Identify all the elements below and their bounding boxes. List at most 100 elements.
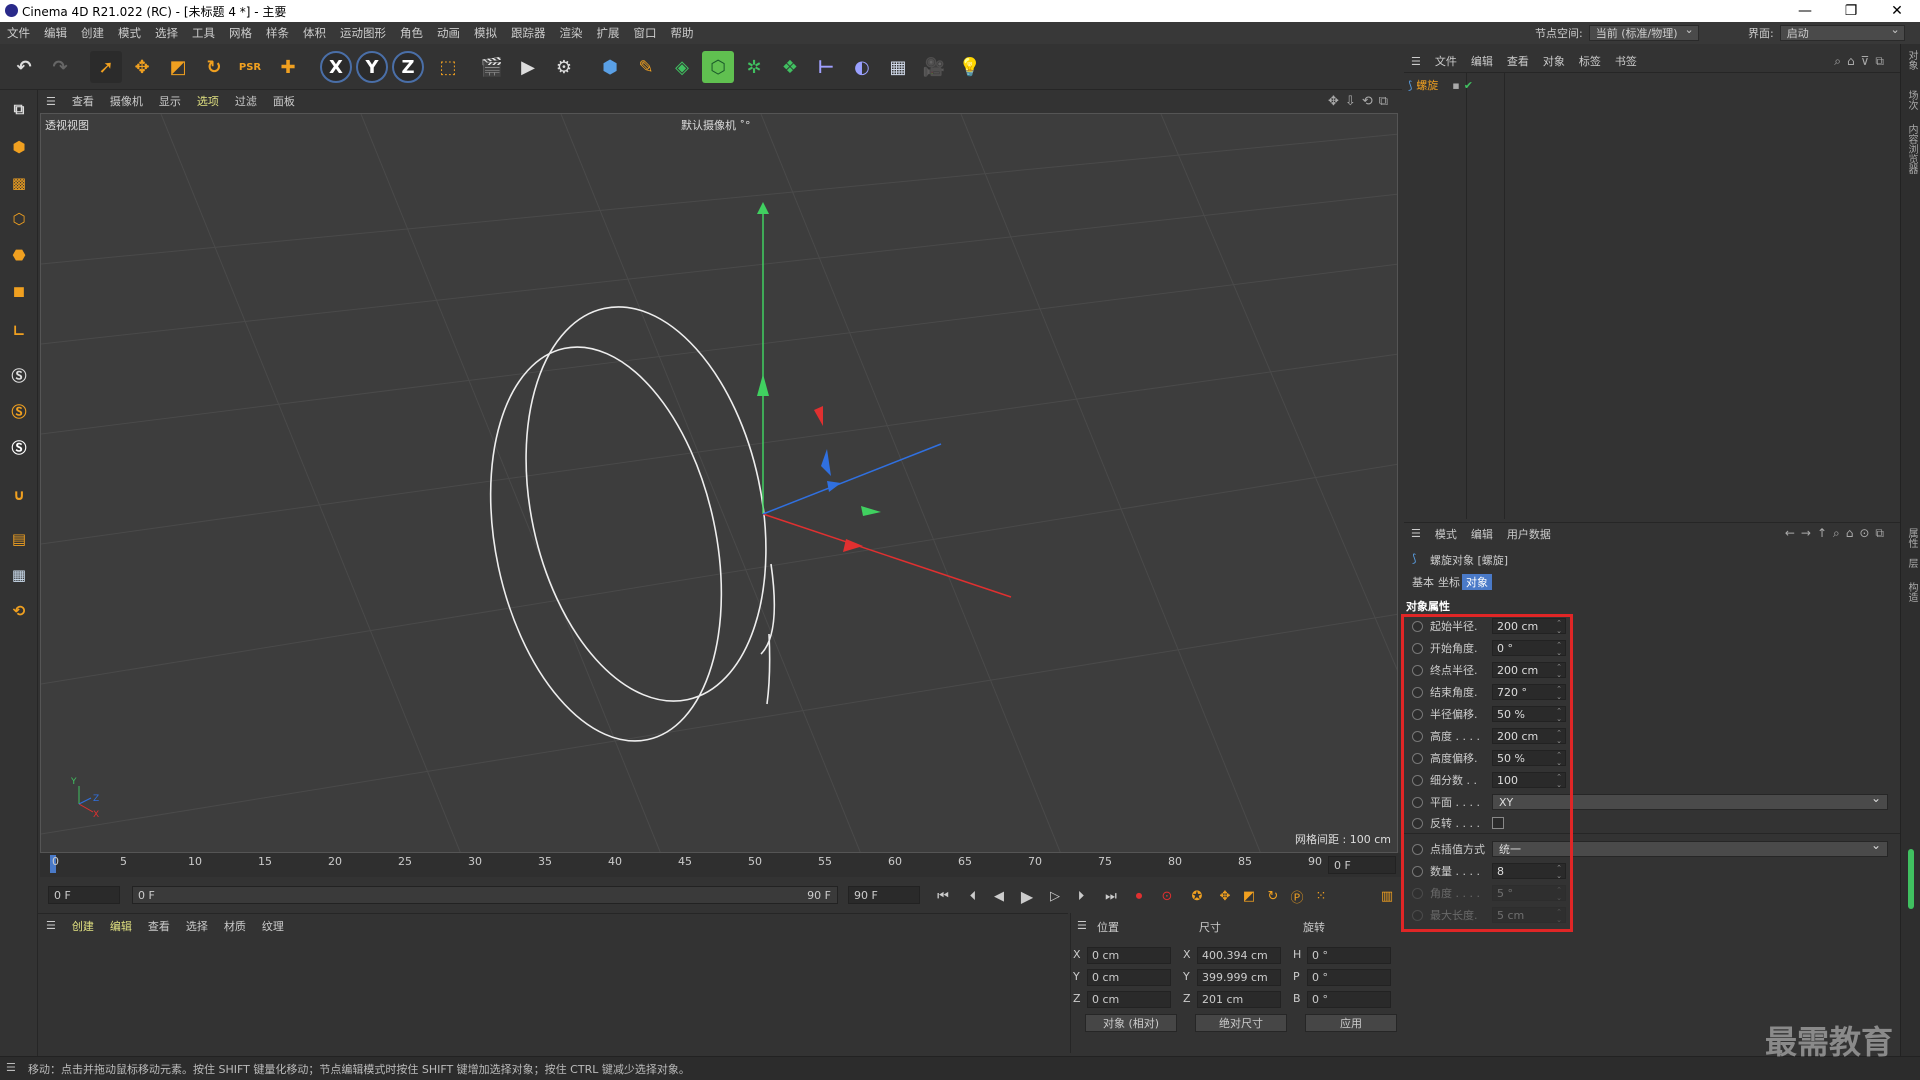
om-toolbar-icons[interactable]: ⌕⌂⊽⧉	[1834, 54, 1890, 69]
menu-mesh[interactable]: 网格	[222, 25, 259, 41]
menu-tracker[interactable]: 跟踪器	[504, 25, 553, 41]
material-menu-select[interactable]: 选择	[178, 918, 216, 934]
pos-x-field[interactable]: 0 cm	[1087, 947, 1171, 964]
end-frame-field[interactable]: 90 F	[848, 886, 920, 904]
goto-start-icon[interactable]: ⏮	[932, 886, 954, 906]
workplane-icon[interactable]: ▤	[4, 524, 34, 554]
coordinate-system-icon[interactable]: ⬚	[432, 51, 464, 83]
y-axis-lock-icon[interactable]: Y	[356, 51, 388, 83]
current-frame-field[interactable]: 0 F	[1328, 856, 1396, 874]
redo-icon[interactable]: ↷	[44, 51, 76, 83]
play-icon[interactable]: ▶	[1016, 886, 1038, 906]
pos-z-field[interactable]: 0 cm	[1087, 991, 1171, 1008]
rotate-tool-icon[interactable]: ↻	[198, 51, 230, 83]
coord-mode-dropdown[interactable]: 对象 (相对)	[1085, 1014, 1177, 1032]
next-frame-icon[interactable]: ▷	[1044, 886, 1066, 906]
menu-window[interactable]: 窗口	[627, 25, 664, 41]
viewport-menu-options[interactable]: 选项	[189, 93, 227, 109]
rot-h-field[interactable]: 0 °	[1307, 947, 1391, 964]
locked-workplane-icon[interactable]: ▦	[4, 560, 34, 590]
material-menu-edit[interactable]: 编辑	[102, 918, 140, 934]
field-icon[interactable]: ◐	[846, 51, 878, 83]
key-rotation-icon[interactable]: ↻	[1262, 886, 1284, 906]
key-parameter-icon[interactable]: Ⓟ	[1286, 886, 1308, 906]
prev-key-icon[interactable]: ⏴	[962, 886, 984, 906]
polygons-mode-icon[interactable]: ◼	[4, 276, 34, 306]
tab-object[interactable]: 对象	[1462, 574, 1492, 590]
restore-button[interactable]: ❐	[1828, 0, 1874, 22]
menu-render[interactable]: 渲染	[553, 25, 590, 41]
menu-animate[interactable]: 动画	[430, 25, 467, 41]
rot-p-field[interactable]: 0 °	[1307, 969, 1391, 986]
rot-b-field[interactable]: 0 °	[1307, 991, 1391, 1008]
material-menu-create[interactable]: 创建	[64, 918, 102, 934]
menu-file[interactable]: 文件	[0, 25, 37, 41]
menu-help[interactable]: 帮助	[664, 25, 701, 41]
node-space-dropdown[interactable]: 当前 (标准/物理)	[1588, 23, 1699, 41]
am-menu-edit[interactable]: 编辑	[1464, 526, 1500, 542]
points-mode-icon[interactable]: ⬡	[4, 204, 34, 234]
tab-layers-vertical[interactable]: 层	[1904, 558, 1919, 568]
object-manager-list[interactable]: ⟆ 螺旋 ▪ ✔	[1404, 72, 1900, 519]
tab-takes-vertical[interactable]: 场次	[1904, 90, 1919, 110]
menu-edit[interactable]: 编辑	[37, 25, 74, 41]
scroll-indicator[interactable]	[1908, 849, 1914, 909]
deformer-icon[interactable]: ⊢	[810, 51, 842, 83]
status-menu-icon[interactable]: ☰	[6, 1061, 16, 1074]
keyframe-selection-icon[interactable]: ✪	[1186, 886, 1208, 906]
am-menu-userdata[interactable]: 用户数据	[1500, 526, 1558, 542]
key-scale-icon[interactable]: ◩	[1238, 886, 1260, 906]
cloner-icon[interactable]: ✲	[738, 51, 770, 83]
frame-range-slider[interactable]: 0 F 90 F	[132, 886, 838, 904]
x-axis-lock-icon[interactable]: X	[320, 51, 352, 83]
menu-select[interactable]: 选择	[148, 25, 185, 41]
object-row-helix[interactable]: ⟆ 螺旋 ▪ ✔	[1408, 77, 1473, 93]
camera-icon[interactable]: 🎥	[918, 51, 950, 83]
menu-spline[interactable]: 样条	[259, 25, 296, 41]
select-tool-icon[interactable]: ➚	[90, 51, 122, 83]
om-menu-edit[interactable]: 编辑	[1464, 53, 1500, 69]
perspective-viewport[interactable]: 透视视图 默认摄像机 ˚° 网格间距 : 100 cm Y Z X	[40, 113, 1398, 853]
render-view-icon[interactable]: 🎬	[476, 51, 508, 83]
cube-object-icon[interactable]: ⬢	[594, 51, 626, 83]
material-area[interactable]	[40, 937, 1068, 1052]
size-x-field[interactable]: 400.394 cm	[1197, 947, 1281, 964]
timeline-ruler[interactable]: 0 5 10 15 20 25 30 35 40 45 50 55 60 65 …	[40, 853, 1402, 877]
om-hamburger-icon[interactable]: ☰	[1404, 55, 1428, 68]
planar-workplane-icon[interactable]: ⟲	[4, 596, 34, 626]
minimize-button[interactable]: —	[1782, 0, 1828, 22]
coords-hamburger-icon[interactable]: ☰	[1077, 919, 1087, 932]
snap-settings-icon[interactable]: Ⓢ	[4, 396, 34, 426]
scale-tool-icon[interactable]: ◩	[162, 51, 194, 83]
menu-mode[interactable]: 模式	[111, 25, 148, 41]
axis-gizmo[interactable]	[757, 202, 1012, 598]
menu-volume[interactable]: 体积	[296, 25, 333, 41]
viewport-hamburger-icon[interactable]: ☰	[38, 95, 64, 108]
subdivision-surface-icon[interactable]: ◈	[666, 51, 698, 83]
tab-attributes-vertical[interactable]: 属性	[1904, 528, 1919, 548]
floor-scene-icon[interactable]: ▦	[882, 51, 914, 83]
size-y-field[interactable]: 399.999 cm	[1197, 969, 1281, 986]
mograph-cubes-icon[interactable]: ❖	[774, 51, 806, 83]
move-tool-icon[interactable]: ✥	[126, 51, 158, 83]
tab-objects-vertical[interactable]: 对象	[1904, 50, 1919, 70]
tab-content-browser-vertical[interactable]: 内容浏览器	[1904, 124, 1919, 174]
om-menu-object[interactable]: 对象	[1536, 53, 1572, 69]
layer-visibility-icon[interactable]: ▪	[1452, 79, 1459, 92]
goto-end-icon[interactable]: ⏭	[1100, 886, 1122, 906]
tab-structure-vertical[interactable]: 构造	[1904, 582, 1919, 602]
layout-dropdown[interactable]: 启动	[1779, 23, 1905, 41]
om-menu-view[interactable]: 查看	[1500, 53, 1536, 69]
prev-frame-icon[interactable]: ◀	[988, 886, 1010, 906]
material-menu-material[interactable]: 材质	[216, 918, 254, 934]
menu-create[interactable]: 创建	[74, 25, 111, 41]
am-nav-icons[interactable]: ←→↑⌕⌂⊙⧉	[1785, 526, 1890, 541]
tab-coord[interactable]: 坐标	[1434, 574, 1464, 590]
key-pla-icon[interactable]: ⁙	[1310, 886, 1332, 906]
record-keys-icon[interactable]: ⏺	[1128, 886, 1150, 906]
object-name[interactable]: 螺旋	[1416, 77, 1438, 93]
add-tool-icon[interactable]: ✚	[272, 51, 304, 83]
snap-icon[interactable]: Ⓢ	[4, 360, 34, 390]
pen-spline-icon[interactable]: ✎	[630, 51, 662, 83]
key-position-icon[interactable]: ✥	[1214, 886, 1236, 906]
